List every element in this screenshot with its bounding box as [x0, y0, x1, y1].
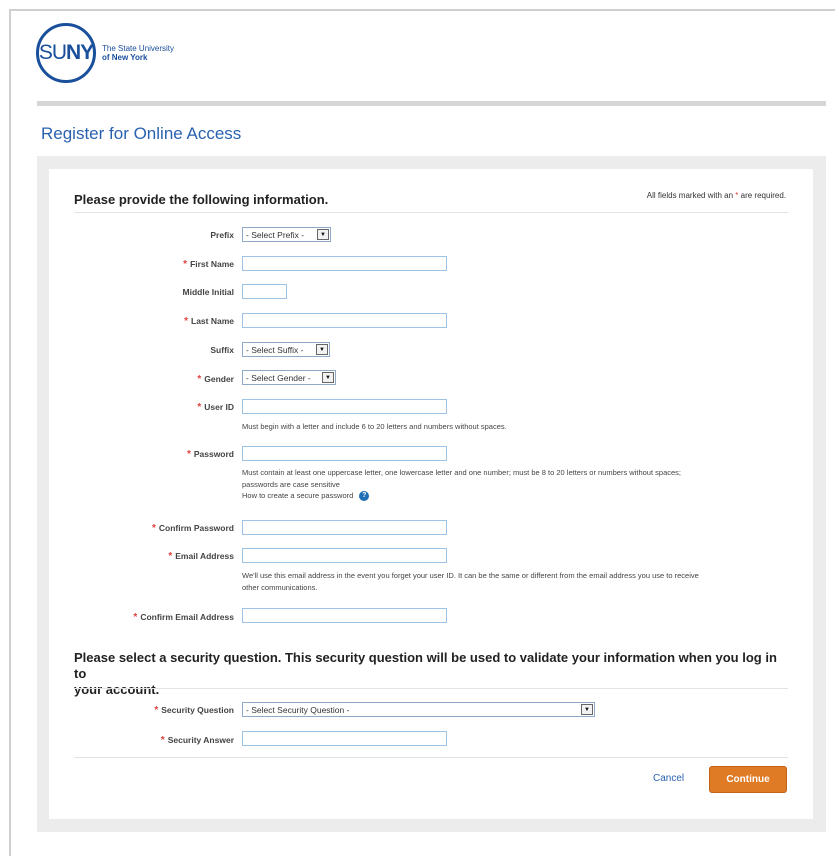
- middle-initial-input[interactable]: [242, 284, 287, 299]
- password-input[interactable]: [242, 446, 447, 461]
- suny-logo-mark: SU NY: [36, 23, 96, 83]
- chevron-down-icon[interactable]: ▼: [316, 344, 328, 355]
- security-question-label: * Security Question: [154, 705, 234, 716]
- security-answer-input[interactable]: [242, 731, 447, 746]
- prefix-select-value: - Select Prefix -: [246, 229, 305, 240]
- section-heading-security: Please select a security question. This …: [74, 650, 788, 698]
- gender-label: * Gender: [197, 374, 234, 385]
- header-divider: [37, 101, 826, 106]
- help-circle-icon[interactable]: ?: [359, 491, 370, 502]
- password-help: Must contain at least one uppercase lett…: [242, 467, 681, 502]
- first-name-label: * First Name: [183, 259, 234, 270]
- page-title: Register for Online Access: [41, 124, 242, 143]
- section-heading-info: Please provide the following information…: [74, 192, 329, 207]
- user-id-label: * User ID: [197, 402, 234, 413]
- gender-select[interactable]: - Select Gender - ▼: [242, 370, 336, 385]
- suffix-label: Suffix: [210, 345, 234, 355]
- cancel-link[interactable]: Cancel: [653, 773, 684, 784]
- first-name-input[interactable]: [242, 256, 447, 271]
- section2-divider: [74, 688, 788, 689]
- email-label: * Email Address: [168, 551, 234, 562]
- security-heading-line2: your account.: [74, 682, 160, 697]
- suffix-select[interactable]: - Select Suffix - ▼: [242, 342, 330, 357]
- required-note: All fields marked with an * are required…: [647, 191, 786, 200]
- email-help-line1: We'll use this email address in the even…: [242, 571, 699, 580]
- security-question-select[interactable]: - Select Security Question - ▼: [242, 702, 595, 717]
- confirm-email-label: * Confirm Email Address: [133, 612, 234, 623]
- middle-initial-label: Middle Initial: [182, 287, 234, 297]
- chevron-down-icon[interactable]: ▼: [317, 229, 329, 240]
- last-name-input[interactable]: [242, 313, 447, 328]
- logo-wordmark: The State University of New York: [102, 44, 174, 62]
- required-note-star: *: [735, 191, 739, 200]
- user-id-help: Must begin with a letter and include 6 t…: [242, 422, 507, 431]
- suny-logo[interactable]: SU NY The State University of New York: [36, 23, 174, 83]
- security-question-value: - Select Security Question -: [246, 704, 350, 715]
- confirm-email-input[interactable]: [242, 608, 447, 623]
- chevron-down-icon[interactable]: ▼: [322, 372, 334, 383]
- required-note-pre: All fields marked with an: [646, 191, 734, 200]
- logo-abbr-su: SU: [38, 41, 67, 64]
- logo-abbr-ny: NY: [66, 41, 94, 64]
- logo-line2: of New York: [102, 53, 148, 62]
- section1-divider: [74, 212, 788, 213]
- password-help-line2: passwords are case sensitive: [242, 479, 340, 489]
- password-label: * Password: [186, 449, 234, 460]
- chevron-down-icon[interactable]: ▼: [581, 704, 593, 715]
- continue-button[interactable]: Continue: [709, 766, 787, 793]
- email-help-line2: other communications.: [242, 582, 318, 592]
- prefix-label: Prefix: [210, 230, 234, 240]
- secure-password-link[interactable]: How to create a secure password: [242, 491, 353, 500]
- prefix-select[interactable]: - Select Prefix - ▼: [242, 227, 331, 242]
- suffix-select-value: - Select Suffix -: [246, 344, 304, 355]
- secure-password-link-row: How to create a secure password?: [242, 490, 681, 502]
- security-answer-label: * Security Answer: [160, 735, 234, 746]
- actions-divider: [74, 757, 788, 758]
- email-help: We'll use this email address in the even…: [242, 570, 699, 593]
- email-input[interactable]: [242, 548, 447, 563]
- user-id-input[interactable]: [242, 399, 447, 414]
- confirm-password-input[interactable]: [242, 520, 447, 535]
- logo-line1: The State University: [102, 44, 175, 53]
- required-note-post: are required.: [740, 191, 786, 200]
- gender-select-value: - Select Gender -: [246, 372, 311, 383]
- password-help-line1: Must contain at least one uppercase lett…: [242, 468, 681, 477]
- confirm-password-label: * Confirm Password: [151, 523, 234, 534]
- security-heading-line1: Please select a security question. This …: [74, 650, 777, 681]
- last-name-label: * Last Name: [184, 316, 234, 327]
